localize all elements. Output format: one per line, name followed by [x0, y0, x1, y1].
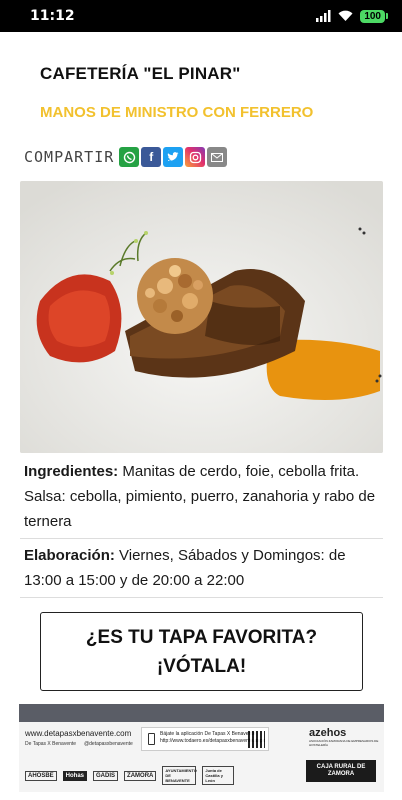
footer-social-facebook: De Tapas X Benavente	[25, 741, 77, 747]
qr-code-icon	[248, 731, 265, 748]
instagram-icon[interactable]	[185, 147, 206, 167]
twitter-icon[interactable]	[163, 147, 184, 167]
footer-band	[19, 704, 384, 722]
wifi-icon	[338, 10, 353, 21]
footer-social: De Tapas X Benavente @detapasxbenavente	[25, 741, 133, 747]
ingredients: Ingredientes: Manitas de cerdo, foie, ce…	[24, 459, 384, 534]
share-bar: COMPARTIR f	[24, 147, 228, 167]
divider	[20, 538, 383, 539]
status-time: 11:12	[30, 8, 75, 24]
phone-icon	[148, 733, 155, 745]
app-download-box[interactable]: Bájate la aplicación De Tapas X Benavent…	[141, 727, 269, 751]
azehos-logo: azehos ASOCIACIÓN ZAMORANA DE EMPRESARIO…	[309, 727, 379, 747]
sponsor-logos: AHOSBE Hohas GADIS ZAMORA AYUNTAMIENTO D…	[25, 766, 235, 785]
share-label: COMPARTIR	[24, 148, 115, 166]
sponsor-logo: AHOSBE	[25, 770, 57, 781]
sponsor-logo: Junta de Castilla y León	[202, 766, 235, 785]
sponsor-footer: www.detapasxbenavente.com De Tapas X Ben…	[19, 722, 384, 792]
vote-button[interactable]: ¿ES TU TAPA FAVORITA? ¡VÓTALA!	[40, 612, 363, 691]
tapa-photo	[20, 181, 383, 453]
battery-indicator: 100	[360, 9, 388, 23]
whatsapp-icon[interactable]	[119, 147, 140, 167]
sponsor-logo: AYUNTAMIENTO DE BENAVENTE	[162, 766, 197, 785]
elaboration-label: Elaboración:	[24, 547, 115, 564]
divider	[20, 597, 383, 598]
sponsor-logo: GADIS	[93, 770, 119, 781]
status-icons: 100	[315, 9, 388, 23]
facebook-icon[interactable]: f	[141, 147, 162, 167]
vote-line2: ¡VÓTALA!	[156, 655, 247, 677]
footer-social-instagram: @detapasxbenavente	[84, 741, 133, 747]
ingredients-label: Ingredientes:	[24, 463, 119, 480]
page-title: CAFETERÍA "EL PINAR"	[40, 64, 241, 83]
sponsor-logo: ZAMORA	[124, 770, 157, 781]
sponsor-logo: Hohas	[62, 770, 88, 781]
signal-icon	[316, 10, 331, 22]
caja-rural-logo: CAJA RURAL DE ZAMORA	[306, 760, 376, 782]
status-bar: 11:12 100	[0, 0, 402, 32]
vote-line1: ¿ES TU TAPA FAVORITA?	[85, 626, 318, 648]
email-icon[interactable]	[207, 147, 228, 167]
elaboration: Elaboración: Viernes, Sábados y Domingos…	[24, 543, 384, 593]
footer-website[interactable]: www.detapasxbenavente.com	[25, 729, 131, 738]
battery-level: 100	[360, 9, 385, 23]
tapa-name: MANOS DE MINISTRO CON FERRERO	[40, 104, 314, 121]
